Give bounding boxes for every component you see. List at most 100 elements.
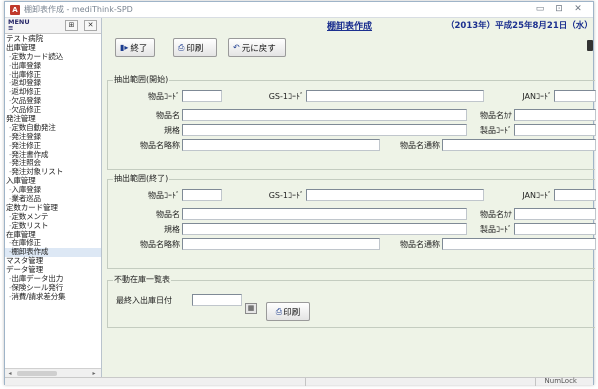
gs1-start-label: GS-1ｺｰﾄﾞ — [268, 92, 304, 101]
app-window: A 棚卸表作成 - mediThink-SPD ▭ ⊡ ✕ MENU ≡ ⊞ ✕… — [4, 1, 596, 386]
dead-stock-print-label: 印刷 — [283, 307, 301, 318]
exit-icon: ▮▸ — [120, 43, 129, 52]
menu-item-label: 業者巡品 — [11, 194, 41, 204]
menu-item-label: 欠品修正 — [11, 105, 41, 115]
abbr-end-label: 物品名略称 — [140, 240, 180, 249]
menu-item-label: 消費/請求差分集 — [11, 291, 66, 301]
menu-item-label: 出庫データ出力 — [11, 274, 64, 284]
item-code-end-label: 物品ｺｰﾄﾞ — [148, 191, 180, 200]
maximize-button[interactable]: ⊡ — [552, 3, 566, 16]
menu-item-label: テスト病院 — [6, 34, 43, 43]
product-code-start-input[interactable] — [514, 124, 596, 136]
print-button-label: 印刷 — [186, 43, 204, 54]
spec-end-label: 規格 — [164, 225, 180, 234]
common-end-input[interactable] — [442, 238, 596, 250]
common-start-label: 物品名通称 — [400, 141, 440, 150]
scroll-thumb[interactable] — [17, 371, 57, 376]
pin-icon[interactable]: ⊞ — [65, 20, 78, 31]
range-end-title: 抽出範囲(終了) — [113, 173, 170, 184]
item-code-start-input[interactable] — [182, 90, 222, 102]
menu-item-label: 発注対象リスト — [11, 167, 64, 177]
abbr-start-label: 物品名略称 — [140, 141, 180, 150]
menu-item-label: データ管理 — [6, 265, 43, 275]
range-start-group: 抽出範囲(開始) 物品ｺｰﾄﾞ GS-1ｺｰﾄﾞ JANｺｰﾄﾞ 物品名 物品名… — [107, 74, 596, 170]
spec-start-label: 規格 — [164, 126, 180, 135]
undo-button[interactable]: ↶ 元に戻す — [228, 38, 286, 57]
menu-item-label: 欠品登録 — [11, 96, 41, 106]
name-start-label: 物品名 — [156, 111, 180, 120]
menu-item-label: 発注登録 — [11, 131, 41, 141]
common-end-label: 物品名通称 — [400, 240, 440, 249]
menu-item-label: 発注管理 — [6, 114, 36, 124]
name-start-input[interactable] — [182, 109, 467, 121]
menu-item-label: 保険シール発行 — [11, 282, 64, 292]
side-panel-icon[interactable] — [587, 40, 593, 51]
common-start-input[interactable] — [442, 139, 596, 151]
name-end-label: 物品名 — [156, 210, 180, 219]
menu-item-label: 発注修正 — [11, 140, 41, 150]
kana-start-input[interactable] — [514, 109, 596, 121]
end-button-label: 終了 — [130, 43, 148, 54]
print-button[interactable]: ⎙ 印刷 — [173, 38, 217, 57]
spec-start-input[interactable] — [182, 124, 467, 136]
calendar-icon[interactable]: ▦ — [245, 303, 257, 314]
title-bar: A 棚卸表作成 - mediThink-SPD ▭ ⊡ ✕ — [5, 2, 593, 18]
undo-icon: ↶ — [233, 43, 240, 52]
menu-item[interactable]: -消費/請求差分集 — [5, 291, 101, 302]
main-panel: 棚卸表作成 （2013年）平成25年8月21日（水） ▮▸ 終了 ⎙ 印刷 ↶ … — [103, 18, 596, 377]
menu-item-label: 入庫管理 — [6, 176, 36, 186]
menu-sidebar: MENU ≡ ⊞ ✕ テスト病院 出庫管理 -定数カード読込 -出庫登録 -出庫修正 -返… — [5, 18, 102, 377]
page-title: 棚卸表作成 — [327, 22, 373, 32]
jan-end-label: JANｺｰﾄﾞ — [522, 191, 552, 200]
abbr-end-input[interactable] — [182, 238, 380, 250]
close-button[interactable]: ✕ — [571, 3, 585, 16]
menu-item-label: マスタ管理 — [6, 256, 43, 266]
dead-stock-print-button[interactable]: ⎙ 印刷 — [266, 302, 310, 321]
gs1-end-label: GS-1ｺｰﾄﾞ — [268, 191, 304, 200]
menu-item-label: 出庫登録 — [11, 60, 41, 70]
item-code-end-input[interactable] — [182, 189, 222, 201]
menu-item-label: 出庫管理 — [6, 42, 36, 52]
menu-item-label: 定数リスト — [11, 220, 49, 230]
item-code-start-label: 物品ｺｰﾄﾞ — [148, 92, 180, 101]
last-date-label: 最終入出庫日付 — [116, 296, 172, 305]
kana-end-input[interactable] — [514, 208, 596, 220]
menu-item-label: 定数自動発注 — [11, 122, 56, 132]
product-code-end-input[interactable] — [514, 223, 596, 235]
minimize-button[interactable]: ▭ — [533, 3, 547, 16]
dead-stock-print-icon: ⎙ — [275, 306, 283, 316]
print-icon: ⎙ — [178, 42, 185, 52]
name-end-input[interactable] — [182, 208, 467, 220]
sidebar-close-icon[interactable]: ✕ — [84, 20, 97, 31]
product-code-end-label: 製品ｺｰﾄﾞ — [480, 225, 512, 234]
dead-stock-title: 不動在庫一覧表 — [113, 274, 171, 285]
app-icon: A — [10, 5, 20, 15]
gs1-start-input[interactable] — [306, 90, 484, 102]
menu-item-label: 入庫登録 — [11, 185, 41, 195]
jan-end-input[interactable] — [554, 189, 596, 201]
last-date-input[interactable] — [192, 294, 242, 306]
undo-button-label: 元に戻す — [241, 43, 276, 54]
kana-end-label: 物品名ｶﾅ — [480, 210, 512, 219]
abbr-start-input[interactable] — [182, 139, 380, 151]
jan-start-input[interactable] — [554, 90, 596, 102]
menu-item-label: 定数メンテ — [11, 211, 49, 221]
menu-label: MENU ≡ — [8, 19, 30, 32]
kana-start-label: 物品名ｶﾅ — [480, 111, 512, 120]
menu-item-label: 定数カード読込 — [11, 51, 64, 61]
dead-stock-group: 不動在庫一覧表 最終入出庫日付 ▦ ⎙ 印刷 — [107, 274, 595, 328]
status-separator — [305, 378, 306, 386]
spec-end-input[interactable] — [182, 223, 467, 235]
range-end-group: 抽出範囲(終了) 物品ｺｰﾄﾞ GS-1ｺｰﾄﾞ JANｺｰﾄﾞ 物品名 物品名… — [107, 173, 596, 269]
menu-sidebar-header: MENU ≡ ⊞ ✕ — [5, 18, 101, 34]
numlock-indicator: NumLock — [544, 377, 577, 385]
sidebar-scrollbar[interactable]: ◂ ▸ — [5, 368, 101, 377]
end-button[interactable]: ▮▸ 終了 — [115, 38, 155, 57]
gs1-end-input[interactable] — [306, 189, 484, 201]
window-title: 棚卸表作成 - mediThink-SPD — [24, 5, 133, 14]
status-separator — [535, 378, 536, 386]
jan-start-label: JANｺｰﾄﾞ — [522, 92, 552, 101]
range-start-title: 抽出範囲(開始) — [113, 74, 170, 85]
menu-tree: テスト病院 出庫管理 -定数カード読込 -出庫登録 -出庫修正 -返却登録 -返却修正 -欠品… — [5, 34, 101, 302]
product-code-start-label: 製品ｺｰﾄﾞ — [480, 126, 512, 135]
